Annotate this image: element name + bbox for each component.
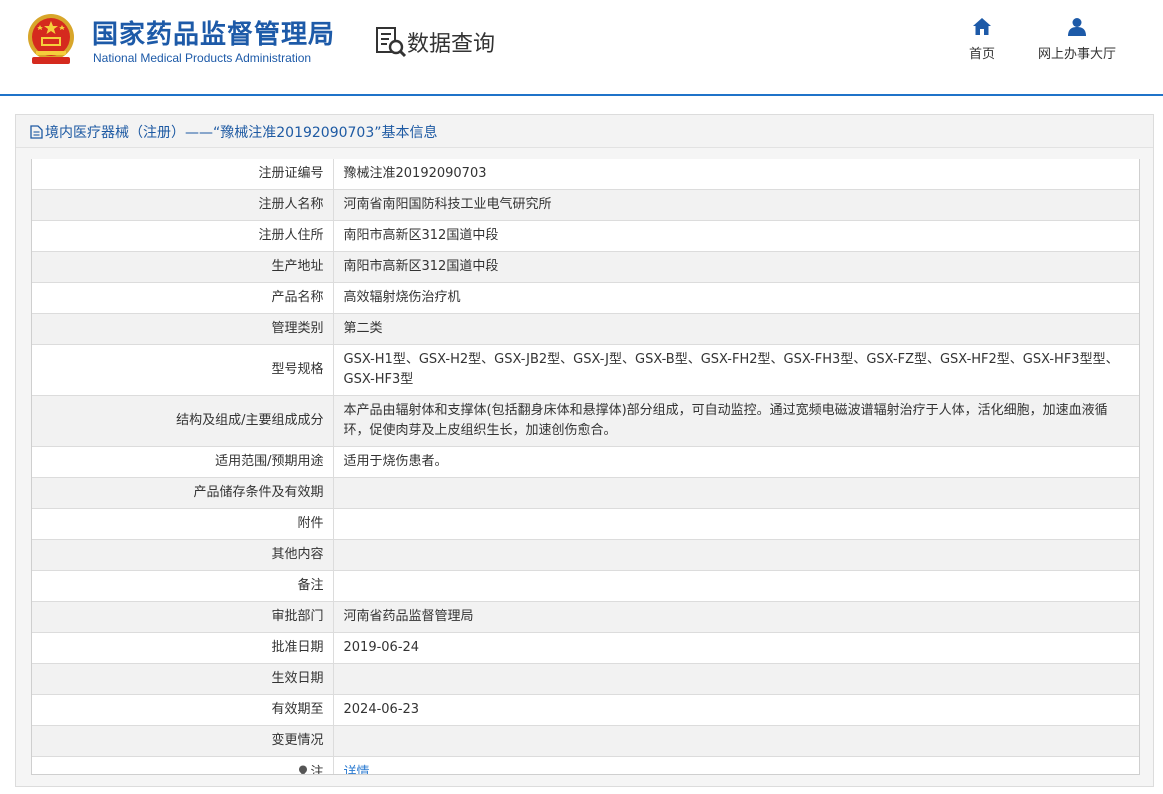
field-value: 南阳市高新区312国道中段 <box>333 251 1139 283</box>
site-header: 国家药品监督管理局 National Medical Products Admi… <box>0 0 1163 94</box>
details-link[interactable]: 详情 <box>344 765 370 774</box>
field-value: GSX-H1型、GSX-H2型、GSX-JB2型、GSX-J型、GSX-B型、G… <box>333 344 1139 396</box>
field-label: 注册人住所 <box>32 220 334 252</box>
table-row: 注册证编号 豫械注准20192090703 <box>32 159 1139 190</box>
field-label: 备注 <box>32 570 334 602</box>
panel-header: 境内医疗器械（注册）——“豫械注准20192090703”基本信息 <box>16 115 1153 148</box>
nav-home-label: 首页 <box>968 47 995 62</box>
table-row: 生产地址 南阳市高新区312国道中段 <box>32 251 1139 283</box>
note-label-cell: 注 <box>32 756 334 775</box>
nav-online-hall[interactable]: 网上办事大厅 <box>1030 17 1124 62</box>
field-value: 南阳市高新区312国道中段 <box>333 220 1139 252</box>
field-label: 有效期至 <box>32 694 334 726</box>
org-name-cn: 国家药品监督管理局 <box>92 20 336 50</box>
table-row: 型号规格 GSX-H1型、GSX-H2型、GSX-JB2型、GSX-J型、GSX… <box>32 344 1139 396</box>
table-row: 注 详情 <box>32 756 1139 775</box>
document-icon <box>30 125 43 139</box>
table-row: 有效期至 2024-06-23 <box>32 694 1139 726</box>
org-name-en: National Medical Products Administration <box>93 51 312 65</box>
nav-home[interactable]: 首页 <box>960 17 1004 62</box>
data-query-icon <box>376 27 407 58</box>
field-value: 河南省南阳国防科技工业电气研究所 <box>333 189 1139 221</box>
nav-online-hall-label: 网上办事大厅 <box>1037 47 1116 62</box>
field-value <box>333 477 1139 509</box>
section-title: 数据查询 <box>407 32 496 57</box>
detail-panel: 境内医疗器械（注册）——“豫械注准20192090703”基本信息 注册证编号 … <box>15 114 1154 787</box>
table-row: 管理类别 第二类 <box>32 313 1139 345</box>
field-value <box>333 663 1139 695</box>
user-icon <box>1068 18 1086 36</box>
field-label: 生产地址 <box>32 251 334 283</box>
field-label: 结构及组成/主要组成成分 <box>32 395 334 447</box>
header-divider <box>0 94 1163 96</box>
field-value: 本产品由辐射体和支撑体(包括翻身床体和悬撑体)部分组成，可自动监控。通过宽频电磁… <box>333 395 1139 447</box>
table-row: 结构及组成/主要组成成分 本产品由辐射体和支撑体(包括翻身床体和悬撑体)部分组成… <box>32 395 1139 447</box>
field-value <box>333 508 1139 540</box>
national-emblem-icon <box>28 14 74 64</box>
field-value <box>333 539 1139 571</box>
field-value: 2024-06-23 <box>333 694 1139 726</box>
table-row: 注册人住所 南阳市高新区312国道中段 <box>32 220 1139 252</box>
field-label: 生效日期 <box>32 663 334 695</box>
table-row: 变更情况 <box>32 725 1139 757</box>
field-label: 适用范围/预期用途 <box>32 446 334 478</box>
table-row: 注册人名称 河南省南阳国防科技工业电气研究所 <box>32 189 1139 221</box>
field-label: 附件 <box>32 508 334 540</box>
table-row: 附件 <box>32 508 1139 540</box>
table-row: 产品名称 高效辐射烧伤治疗机 <box>32 282 1139 314</box>
panel-title: 境内医疗器械（注册）——“豫械注准20192090703”基本信息 <box>45 125 438 141</box>
field-value <box>333 570 1139 602</box>
table-row: 备注 <box>32 570 1139 602</box>
field-value: 适用于烧伤患者。 <box>333 446 1139 478</box>
table-row: 其他内容 <box>32 539 1139 571</box>
detail-table: 注册证编号 豫械注准20192090703 注册人名称 河南省南阳国防科技工业电… <box>31 159 1140 775</box>
field-label: 批准日期 <box>32 632 334 664</box>
field-value: 第二类 <box>333 313 1139 345</box>
table-row: 产品储存条件及有效期 <box>32 477 1139 509</box>
field-value: 河南省药品监督管理局 <box>333 601 1139 633</box>
table-row: 适用范围/预期用途 适用于烧伤患者。 <box>32 446 1139 478</box>
field-label: 变更情况 <box>32 725 334 757</box>
table-row: 生效日期 <box>32 663 1139 695</box>
field-value: 2019-06-24 <box>333 632 1139 664</box>
lightbulb-icon <box>299 765 308 774</box>
field-value <box>333 725 1139 757</box>
field-label: 产品名称 <box>32 282 334 314</box>
field-label: 注册证编号 <box>32 159 334 190</box>
field-label: 产品储存条件及有效期 <box>32 477 334 509</box>
note-label: 注 <box>310 765 324 775</box>
field-value: 豫械注准20192090703 <box>333 159 1139 190</box>
table-row: 批准日期 2019-06-24 <box>32 632 1139 664</box>
field-label: 其他内容 <box>32 539 334 571</box>
field-label: 管理类别 <box>32 313 334 345</box>
note-value-cell: 详情 <box>333 757 1139 774</box>
field-label: 型号规格 <box>32 344 334 396</box>
field-label: 注册人名称 <box>32 189 334 221</box>
table-row: 审批部门 河南省药品监督管理局 <box>32 601 1139 633</box>
home-icon <box>973 18 991 35</box>
field-value: 高效辐射烧伤治疗机 <box>333 282 1139 314</box>
field-label: 审批部门 <box>32 601 334 633</box>
